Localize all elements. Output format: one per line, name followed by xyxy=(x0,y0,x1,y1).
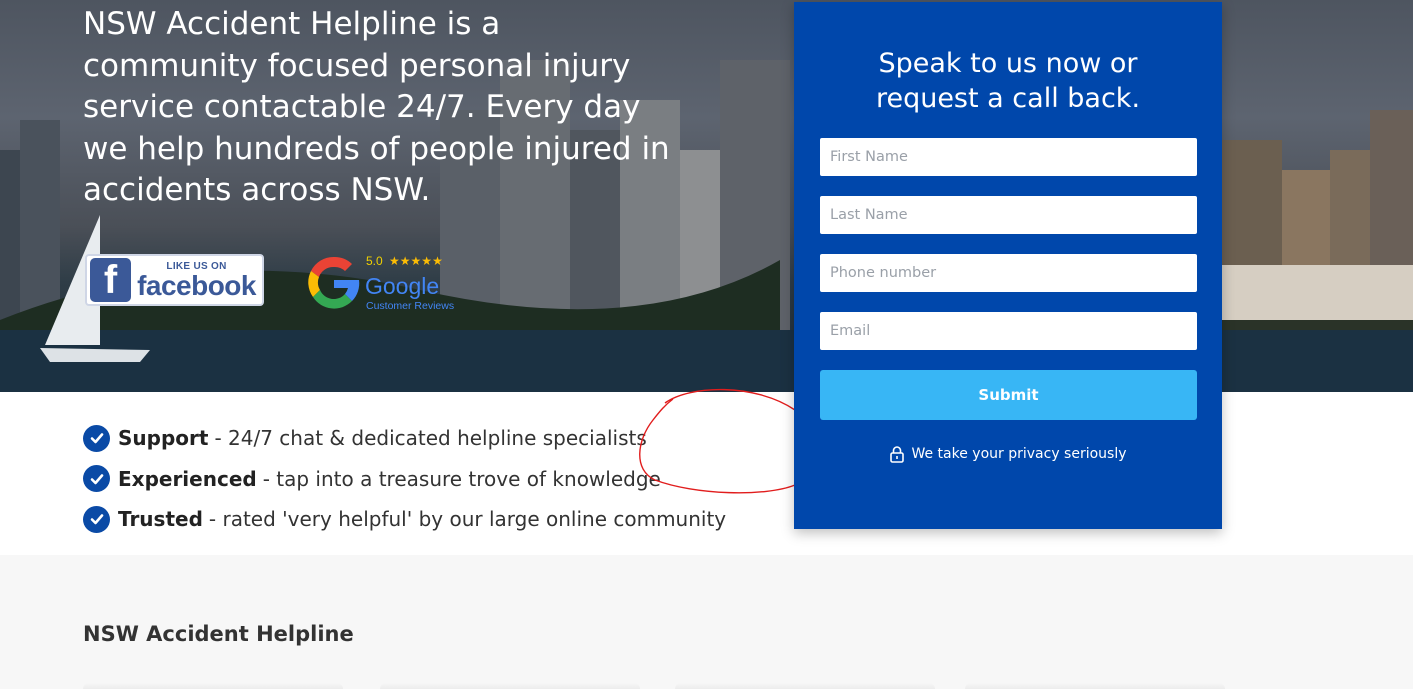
callback-form: Speak to us now or request a call back. … xyxy=(794,2,1222,529)
form-title: Speak to us now or request a call back. xyxy=(794,46,1222,116)
card-top-edge xyxy=(965,683,1225,689)
card-top-edge xyxy=(675,683,935,689)
facebook-icon: f xyxy=(90,258,132,302)
checkmark-icon xyxy=(83,424,110,452)
feature-item-trusted: Trusted - rated 'very helpful' by our la… xyxy=(83,499,783,540)
lock-icon xyxy=(890,446,905,463)
last-name-field[interactable] xyxy=(820,196,1197,234)
facebook-wordmark: facebook xyxy=(137,269,256,301)
section-title: NSW Accident Helpline xyxy=(83,622,354,646)
card-top-edge xyxy=(380,683,640,689)
checkmark-icon xyxy=(83,505,110,533)
google-reviews-badge[interactable]: 5.0 ★★★★★ Google Customer Reviews xyxy=(305,253,475,313)
google-badge-caption: Customer Reviews xyxy=(366,300,455,312)
feature-description: - rated 'very helpful' by our large onli… xyxy=(208,507,727,532)
hero-headline: NSW Accident Helpline is a community foc… xyxy=(83,6,670,208)
google-g-icon xyxy=(308,256,360,309)
google-wordmark: Google xyxy=(365,273,440,299)
checkmark-icon xyxy=(83,465,110,493)
feature-title: Support xyxy=(118,426,209,451)
form-title-line-1: Speak to us now or xyxy=(878,48,1138,79)
phone-field[interactable] xyxy=(820,254,1197,292)
bottom-section: NSW Accident Helpline xyxy=(0,555,1413,689)
privacy-text: We take your privacy seriously xyxy=(911,446,1127,462)
form-title-line-2: request a call back. xyxy=(875,83,1141,114)
feature-title: Experienced xyxy=(118,466,257,491)
feature-title: Trusted xyxy=(118,507,203,532)
feature-description: - tap into a treasure trove of knowledge xyxy=(262,466,661,491)
email-field[interactable] xyxy=(820,312,1197,350)
privacy-note: We take your privacy seriously xyxy=(794,445,1222,463)
card-top-edge xyxy=(83,683,343,689)
google-rating-stars: ★★★★★ xyxy=(389,254,443,268)
feature-description: - 24/7 chat & dedicated helpline special… xyxy=(214,426,647,451)
submit-button[interactable]: Submit xyxy=(820,370,1197,420)
google-rating-value: 5.0 xyxy=(366,254,383,268)
first-name-field[interactable] xyxy=(820,138,1197,176)
facebook-like-badge[interactable]: f LIKE US ON facebook xyxy=(85,254,264,306)
